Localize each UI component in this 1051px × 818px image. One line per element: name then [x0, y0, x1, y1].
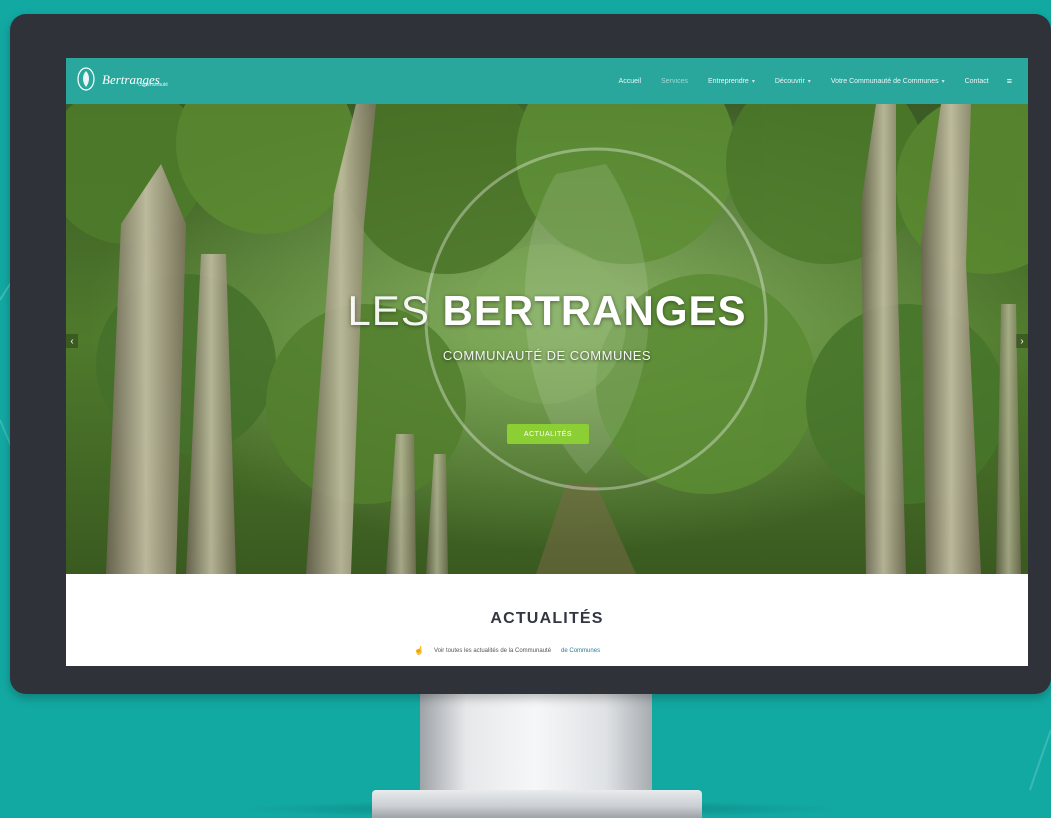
chevron-down-icon: ▾ — [751, 78, 755, 85]
nav-item-label: Découvrir — [774, 77, 805, 85]
news-intro: ☝ Voir toutes les actualités de la Commu… — [414, 646, 600, 655]
hero-banner: LES BERTRANGES COMMUNAUTÉ DE COMMUNES AC… — [66, 104, 1028, 574]
nav-item-label: Contact — [964, 77, 989, 85]
monitor-stand-neck — [420, 694, 652, 794]
monitor-stand-base — [372, 790, 702, 818]
chevron-right-icon[interactable]: › — [1016, 334, 1028, 348]
nav-item-votre-communaut-de-communes[interactable]: Votre Communauté de Communes ▾ — [821, 58, 955, 104]
chevron-down-icon: ▾ — [807, 78, 811, 85]
chevron-left-icon[interactable]: ‹ — [66, 334, 78, 348]
nav-item-label: Accueil — [618, 77, 642, 85]
site-logo[interactable]: Bertranges — [76, 66, 160, 92]
actualites-button[interactable]: ACTUALITÉS — [507, 424, 589, 444]
nav-item-label: Services — [661, 77, 688, 85]
website-screen: Bertranges Communauté Accueil Services Ent… — [66, 58, 1028, 666]
hero-subtitle: COMMUNAUTÉ DE COMMUNES — [442, 348, 652, 363]
nav-item-accueil[interactable]: Accueil — [609, 58, 652, 104]
news-intro-text: Voir toutes les actualités de la Communa… — [433, 647, 552, 654]
hero-title: LES BERTRANGES — [66, 290, 1028, 332]
news-intro-link[interactable]: de Communes — [561, 648, 600, 654]
search-icon[interactable]: ≡ — [999, 58, 1018, 104]
hero-title-bold: BERTRANGES — [442, 287, 747, 334]
nav-item-entreprendre[interactable]: Entreprendre ▾ — [698, 58, 765, 104]
leaf-logo-icon — [77, 67, 95, 91]
nav-item-services[interactable]: Services — [651, 58, 698, 104]
nav-menu: Accueil Services Entreprendre ▾ Découvrir ▾ Vo… — [609, 58, 1018, 104]
news-section: ACTUALITÉS ☝ Voir toutes les actualités … — [66, 574, 1028, 666]
monitor-frame: Bertranges Communauté Accueil Services Ent… — [10, 14, 1051, 694]
nav-item-contact[interactable]: Contact — [955, 58, 999, 104]
site-navbar: Bertranges Communauté Accueil Services Ent… — [66, 58, 1028, 104]
hero-title-thin: LES — [347, 287, 430, 334]
logo-subtext: Communauté — [138, 82, 169, 88]
pointer-icon: ☝ — [414, 646, 424, 655]
news-title: ACTUALITÉS — [490, 610, 604, 627]
forest-background-image — [66, 104, 1028, 574]
chevron-down-icon: ▾ — [941, 78, 945, 85]
nav-item-label: Votre Communauté de Communes — [830, 77, 939, 85]
nav-item-label: Entreprendre — [707, 77, 749, 85]
nav-item-d-couvrir[interactable]: Découvrir ▾ — [765, 58, 821, 104]
